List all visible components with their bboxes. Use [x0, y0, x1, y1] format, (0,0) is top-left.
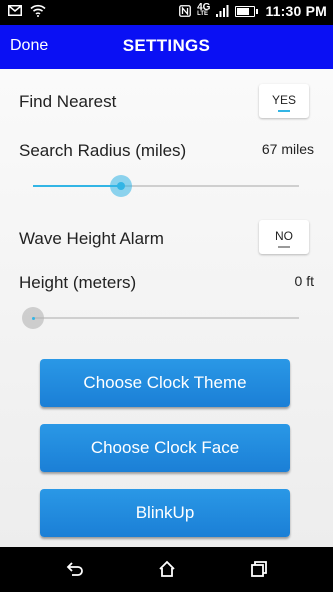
blinkup-button[interactable]: BlinkUp — [40, 489, 290, 537]
find-nearest-label: Find Nearest — [19, 92, 117, 111]
wifi-icon — [30, 4, 46, 17]
page-title: SETTINGS — [122, 36, 211, 55]
title-bar: SETTINGS Done — [0, 25, 333, 69]
height-label: Height (meters) — [19, 273, 137, 292]
status-left — [8, 4, 46, 17]
status-time: 11:30 PM — [265, 3, 327, 19]
status-bar: 4G LTE 11:30 PM — [0, 0, 333, 25]
battery-icon — [235, 5, 259, 17]
home-icon[interactable] — [157, 559, 177, 579]
slider-fill — [33, 185, 121, 187]
slider-thumb-core — [31, 316, 35, 320]
find-nearest-toggle[interactable]: YES — [259, 84, 309, 118]
recent-apps-icon[interactable] — [249, 559, 269, 579]
search-radius-label: Search Radius (miles) — [19, 141, 187, 160]
find-nearest-toggle-label: YES — [271, 93, 296, 107]
height-slider[interactable] — [22, 303, 299, 333]
done-button[interactable]: Done — [10, 37, 48, 55]
toggle-indicator — [278, 246, 290, 248]
settings-panel: Find Nearest YES Search Radius (miles) 6… — [0, 69, 333, 547]
signal-icon — [216, 5, 229, 17]
navigation-bar — [0, 547, 333, 592]
wave-alarm-toggle-label: NO — [275, 229, 293, 243]
wave-alarm-label: Wave Height Alarm — [19, 229, 164, 248]
network-sublabel: LTE — [197, 11, 208, 17]
status-time-suffix: PM — [305, 3, 327, 19]
status-right: 4G LTE 11:30 PM — [179, 3, 327, 19]
search-radius-slider[interactable] — [33, 171, 299, 201]
height-value: 0 ft — [294, 273, 314, 289]
envelope-icon — [8, 5, 22, 16]
choose-clock-face-button[interactable]: Choose Clock Face — [40, 424, 290, 472]
slider-thumb-core — [116, 182, 125, 190]
search-radius-value: 67 miles — [261, 141, 314, 157]
choose-clock-theme-button[interactable]: Choose Clock Theme — [40, 359, 290, 407]
toggle-indicator — [278, 110, 290, 112]
wave-alarm-toggle[interactable]: NO — [259, 220, 309, 254]
nfc-icon — [179, 5, 192, 17]
back-icon[interactable] — [64, 559, 84, 579]
slider-track — [33, 317, 299, 319]
network-label: 4G — [197, 2, 211, 13]
status-time-value: 11:30 — [265, 3, 302, 19]
network-type: 4G LTE — [197, 2, 211, 18]
